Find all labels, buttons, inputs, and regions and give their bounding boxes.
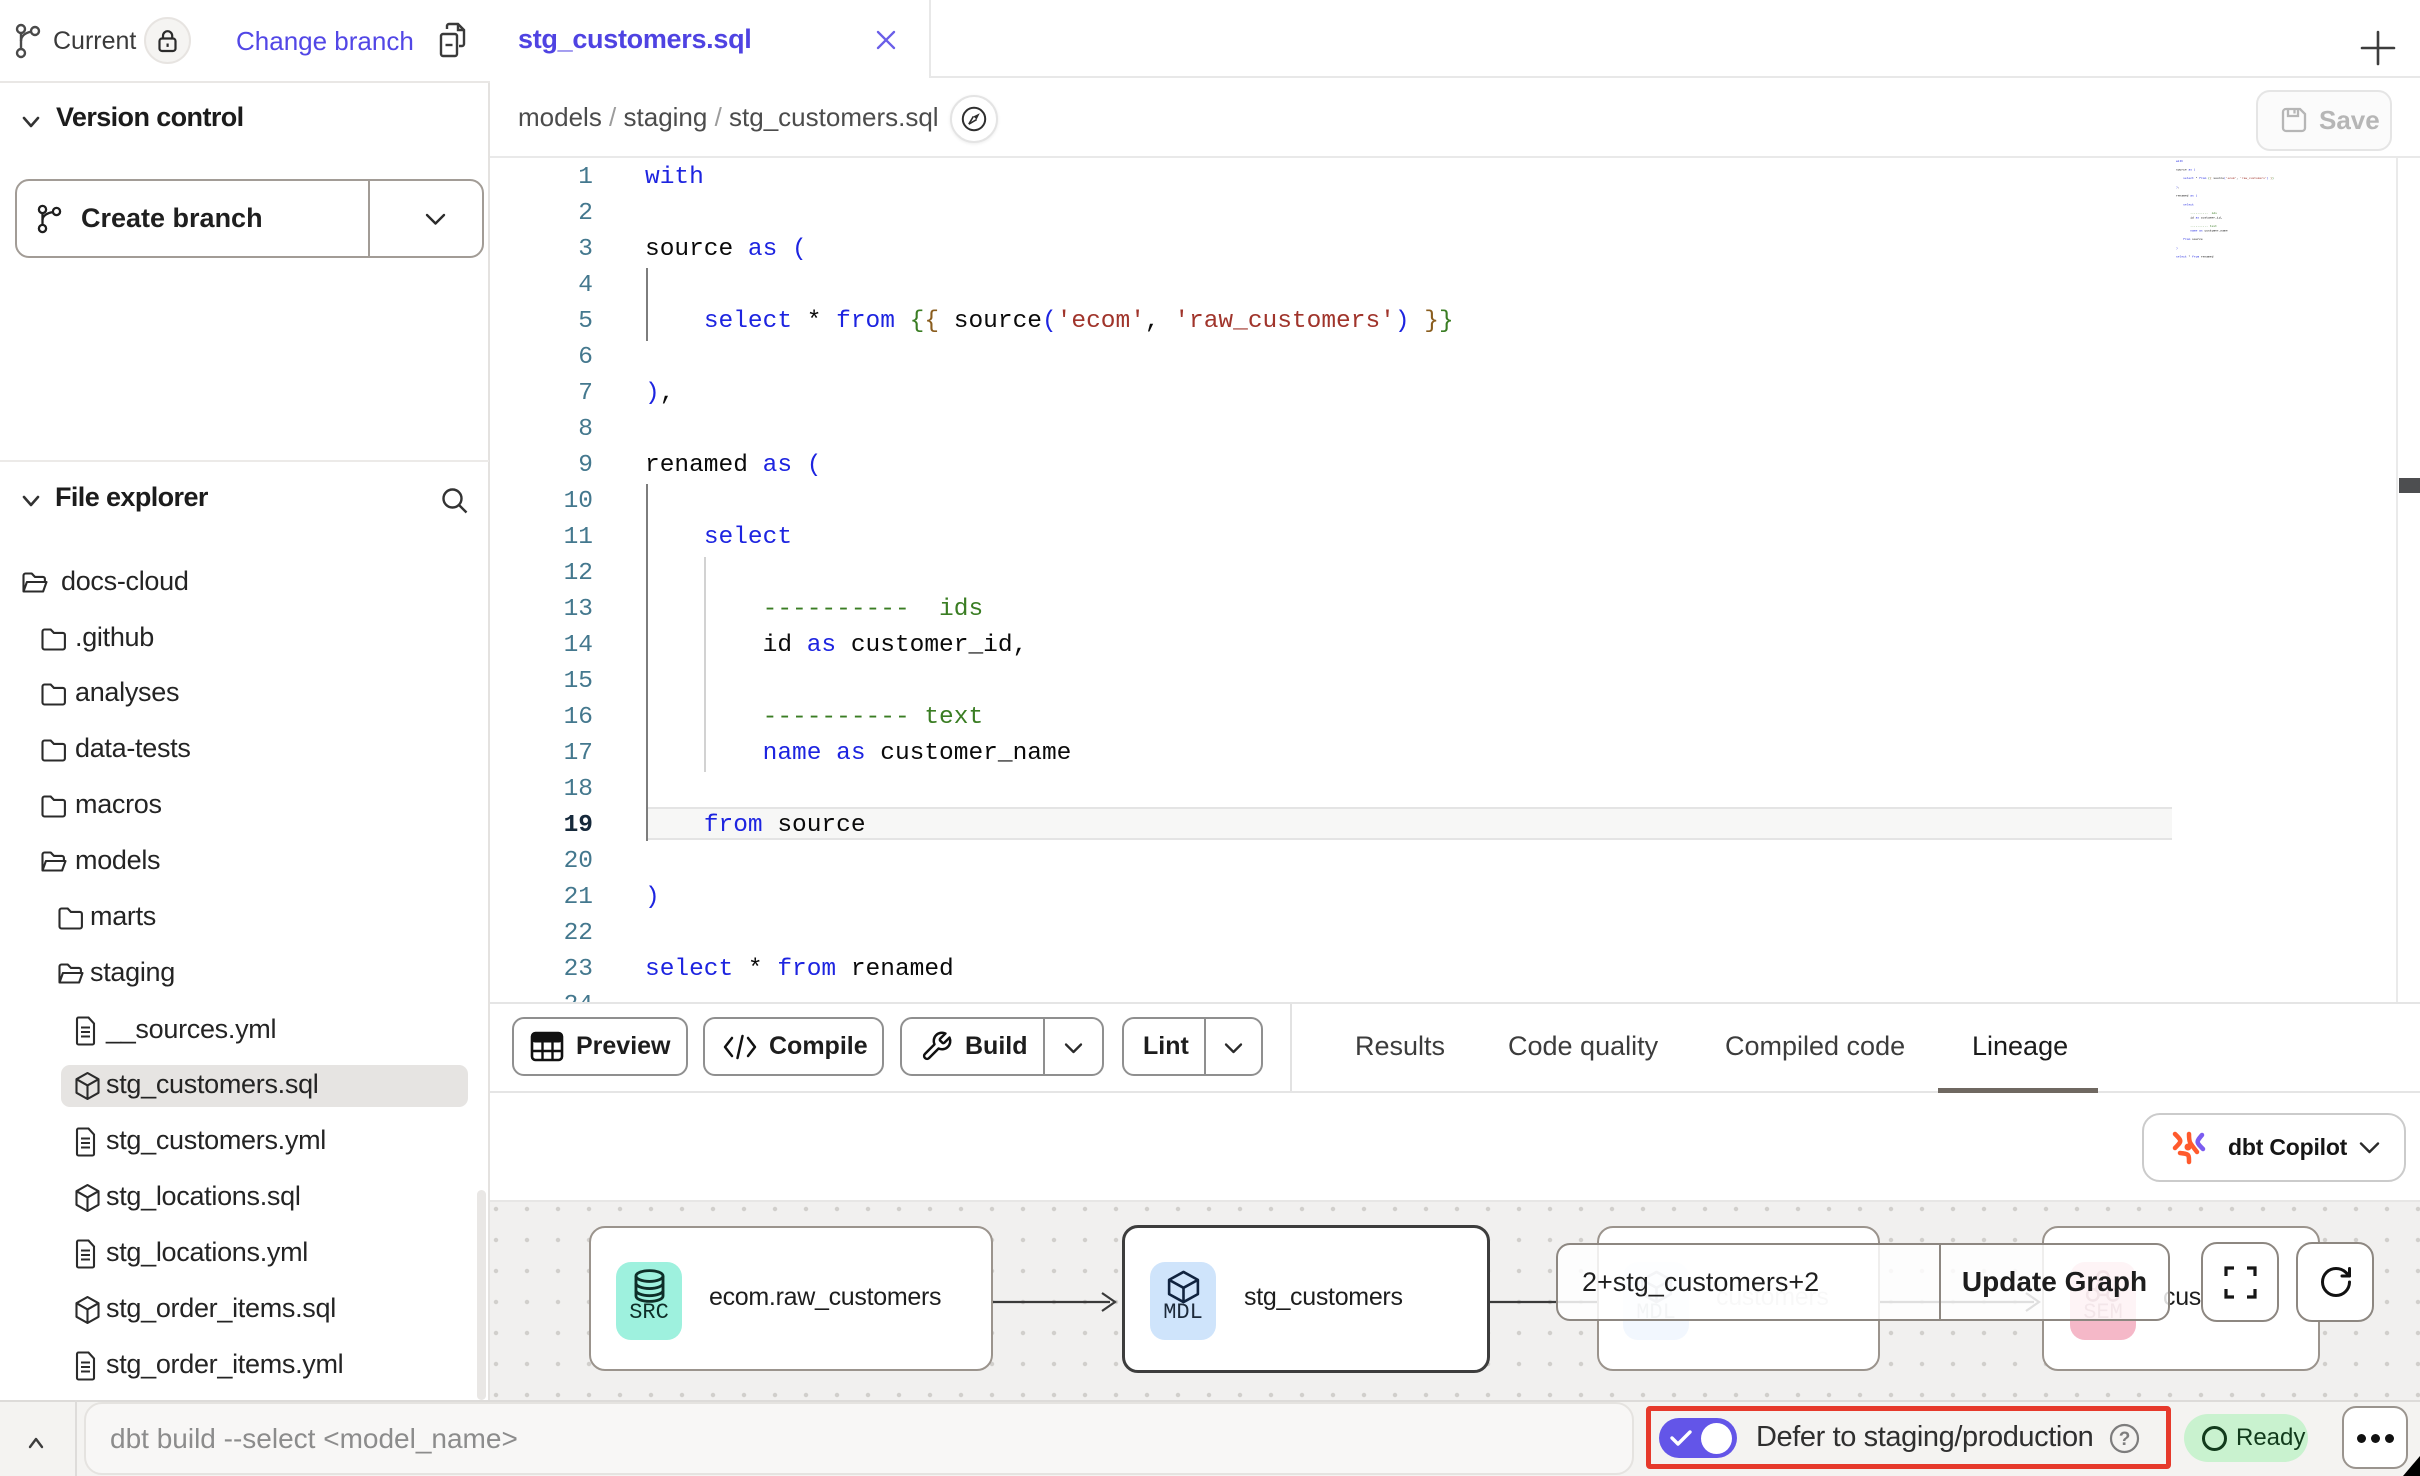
svg-text:?: ? <box>2119 1429 2131 1450</box>
